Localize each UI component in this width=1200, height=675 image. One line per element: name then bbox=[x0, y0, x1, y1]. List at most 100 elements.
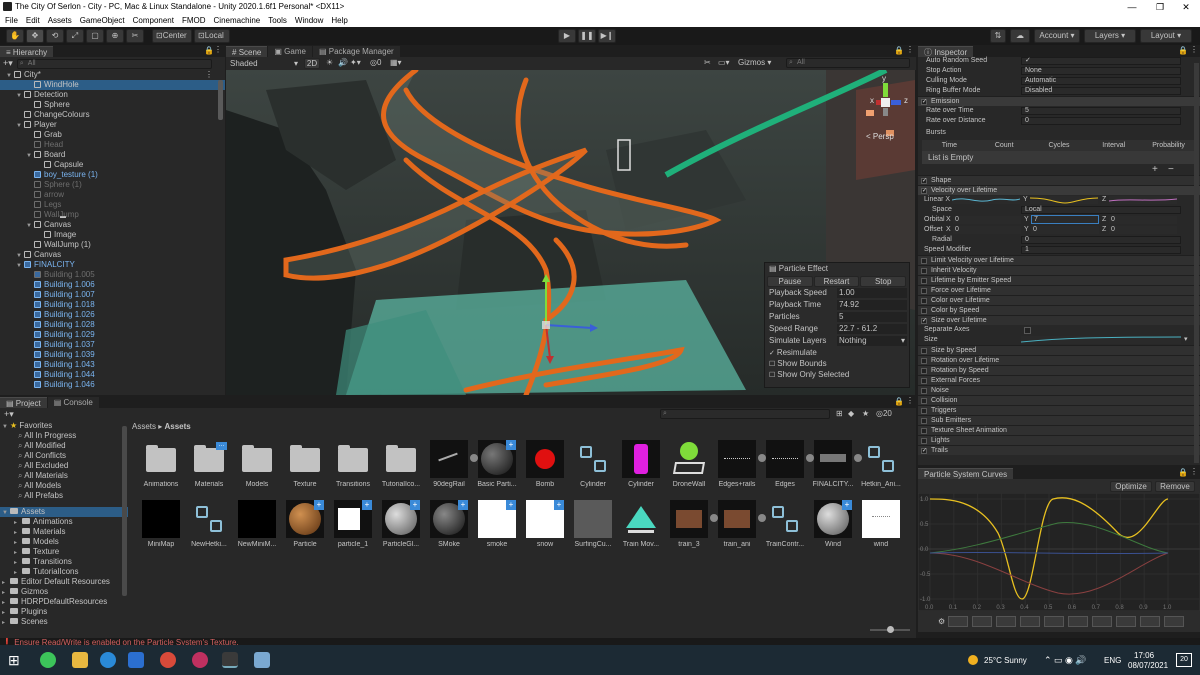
asset-item[interactable]: 90degRail bbox=[426, 440, 478, 496]
module-row[interactable]: Force over Lifetime bbox=[918, 285, 1200, 295]
curve-preset-swatch[interactable] bbox=[1044, 616, 1064, 627]
hierarchy-row[interactable]: Building 1.026 bbox=[0, 310, 225, 320]
overlay-restart-button[interactable]: Restart bbox=[813, 275, 860, 287]
hierarchy-row[interactable]: Capsule bbox=[0, 160, 225, 170]
asset-item[interactable]: Hetkin_Ani... bbox=[858, 440, 904, 496]
inspector-field-value[interactable]: Automatic bbox=[1021, 77, 1181, 85]
chrome-icon[interactable] bbox=[160, 652, 176, 668]
hierarchy-row[interactable]: ▼ Detection bbox=[0, 90, 225, 100]
pivot-center-button[interactable]: ⊡Center bbox=[152, 29, 192, 43]
curve-preset-swatch[interactable] bbox=[996, 616, 1016, 627]
module-checkbox[interactable] bbox=[921, 288, 927, 294]
tray-icons[interactable]: ⌃ ▭ ◉ 🔊 bbox=[1044, 655, 1087, 666]
folder-tree-item[interactable]: ▸ Texture bbox=[0, 547, 128, 557]
tab-console[interactable]: ▤ Console bbox=[47, 397, 99, 408]
hierarchy-row[interactable]: Building 1.018 bbox=[0, 300, 225, 310]
menu-fmod[interactable]: FMOD bbox=[182, 14, 206, 27]
custom-tool-button[interactable]: ✂ bbox=[126, 29, 144, 43]
overlay-stop-button[interactable]: Stop bbox=[860, 275, 907, 287]
asset-item[interactable]: Edges bbox=[762, 440, 814, 496]
hierarchy-search-input[interactable]: ⌕ All bbox=[16, 58, 212, 69]
overlay-row-field[interactable]: 74.92 bbox=[837, 300, 907, 310]
module-row[interactable]: ✓ Trails bbox=[918, 445, 1200, 455]
inspector-more-icon[interactable]: ⋮ bbox=[1190, 45, 1198, 54]
rect-tool-button[interactable]: ▢ bbox=[86, 29, 104, 43]
maximize-button[interactable]: ❐ bbox=[1146, 0, 1174, 14]
curve-preset-swatch[interactable] bbox=[1140, 616, 1160, 627]
module-checkbox[interactable]: ✓ bbox=[921, 448, 927, 454]
folder-tree-item[interactable]: ▼ Assets bbox=[0, 507, 128, 517]
move-tool-button[interactable]: ✥ bbox=[26, 29, 44, 43]
hidden-count-icon[interactable]: ◎20 bbox=[876, 409, 892, 418]
hierarchy-row[interactable]: ChangeColours bbox=[0, 110, 225, 120]
module-row[interactable]: Rotation over Lifetime bbox=[918, 355, 1200, 365]
hierarchy-row[interactable]: Building 1.005 bbox=[0, 270, 225, 280]
folder-tree-item[interactable]: ▸ Models bbox=[0, 537, 128, 547]
gizmos-dropdown[interactable]: Gizmos ▾ bbox=[738, 58, 771, 67]
explorer-icon[interactable] bbox=[72, 652, 88, 668]
module-row[interactable]: Color over Lifetime bbox=[918, 295, 1200, 305]
favorite-item[interactable]: ⌕ All Modified bbox=[0, 441, 128, 451]
remove-burst-button[interactable]: − bbox=[1168, 164, 1174, 175]
hierarchy-row[interactable]: Building 1.029 bbox=[0, 330, 225, 340]
asset-item[interactable]: SurfingCu... bbox=[570, 500, 616, 556]
hierarchy-row[interactable]: WindHole bbox=[0, 80, 225, 90]
menu-gameobject[interactable]: GameObject bbox=[80, 14, 125, 27]
asset-item[interactable]: + smoke bbox=[474, 500, 520, 556]
curves-more-icon[interactable]: ⋮ bbox=[1190, 467, 1198, 476]
asset-item[interactable]: + ParticleGl... bbox=[378, 500, 424, 556]
project-tree-scrollbar[interactable] bbox=[122, 426, 127, 596]
hierarchy-row[interactable]: Building 1.037 bbox=[0, 340, 225, 350]
asset-item[interactable]: train_3 bbox=[666, 500, 718, 556]
asset-item[interactable]: wind bbox=[858, 500, 904, 556]
layers-dropdown[interactable]: Layers ▾ bbox=[1084, 29, 1136, 43]
weather-text[interactable]: 25°C Sunny bbox=[984, 656, 1027, 665]
audio-icon[interactable]: 🔊 bbox=[338, 58, 348, 67]
project-create-icon[interactable]: +▾ bbox=[4, 409, 14, 420]
favorite-item[interactable]: ⌕ All Materials bbox=[0, 471, 128, 481]
hierarchy-row[interactable]: WallJump (1) bbox=[0, 240, 225, 250]
breadcrumb-root[interactable]: Assets bbox=[132, 422, 156, 431]
hierarchy-row[interactable]: Building 1.043 bbox=[0, 360, 225, 370]
scale-tool-button[interactable]: ⤢ bbox=[66, 29, 84, 43]
add-burst-button[interactable]: + bbox=[1152, 164, 1158, 175]
play-button[interactable]: ▶ bbox=[558, 29, 576, 43]
scene-lock-icon[interactable]: 🔒 bbox=[894, 46, 904, 55]
inspector-field-value[interactable]: Disabled bbox=[1021, 87, 1181, 95]
persp-label[interactable]: < Persp bbox=[866, 132, 894, 141]
overlay-row-field[interactable]: 5 bbox=[837, 312, 907, 322]
tab-project[interactable]: ▤ Project bbox=[0, 397, 47, 408]
curves-lock-icon[interactable]: 🔒 bbox=[1178, 468, 1188, 477]
asset-item[interactable]: FINALCITY... bbox=[810, 440, 862, 496]
hierarchy-row[interactable]: ▼ City* ⋮ bbox=[0, 70, 225, 80]
camera-icon[interactable]: ▭▾ bbox=[718, 58, 730, 67]
inspector-field-value[interactable]: ✓ bbox=[1021, 57, 1181, 65]
module-checkbox[interactable] bbox=[921, 418, 927, 424]
module-checkbox[interactable] bbox=[921, 388, 927, 394]
curve-preset-swatch[interactable] bbox=[1164, 616, 1184, 627]
clock-date[interactable]: 08/07/2021 bbox=[1128, 661, 1168, 670]
overlay-check-row[interactable]: ✓ Resimulate bbox=[765, 347, 909, 358]
scene-more-menu-icon[interactable]: ⋮ bbox=[205, 70, 213, 80]
favorite-item[interactable]: ⌕ All Conflicts bbox=[0, 451, 128, 461]
hierarchy-row[interactable]: ▼ FINALCITY bbox=[0, 260, 225, 270]
grid-icon[interactable]: ▦▾ bbox=[390, 58, 402, 67]
offset-x-field[interactable]: 0 bbox=[953, 226, 1021, 234]
lighting-icon[interactable]: ☀ bbox=[326, 58, 333, 67]
menu-window[interactable]: Window bbox=[295, 14, 323, 27]
curves-graph[interactable]: 0.0 0.1 0.2 0.3 0.4 0.5 0.6 0.7 0.8 0.9 1.0 1.0 0.5 0… bbox=[918, 493, 1200, 611]
overlay-checkbox[interactable]: ✓ bbox=[769, 350, 777, 357]
transform-tool-button[interactable]: ⊕ bbox=[106, 29, 124, 43]
velocity-checkbox[interactable]: ✓ bbox=[921, 188, 927, 194]
overlay-checkbox[interactable]: ☐ bbox=[769, 361, 777, 368]
curve-preset-swatch[interactable] bbox=[948, 616, 968, 627]
gizmo-down-cone[interactable] bbox=[883, 108, 888, 116]
cloud-button[interactable]: ☁ bbox=[1010, 29, 1030, 43]
folder-tree-item[interactable]: ▸ Editor Default Resources bbox=[0, 577, 128, 587]
asset-item[interactable]: DroneWall bbox=[666, 440, 712, 496]
module-row[interactable]: Texture Sheet Animation bbox=[918, 425, 1200, 435]
filter-label-icon[interactable]: ◆ bbox=[848, 409, 854, 418]
folder-tree-item[interactable]: ▸ Materials bbox=[0, 527, 128, 537]
favorite-star-icon[interactable]: ★ bbox=[862, 409, 869, 418]
optimize-button[interactable]: Optimize bbox=[1110, 481, 1152, 492]
